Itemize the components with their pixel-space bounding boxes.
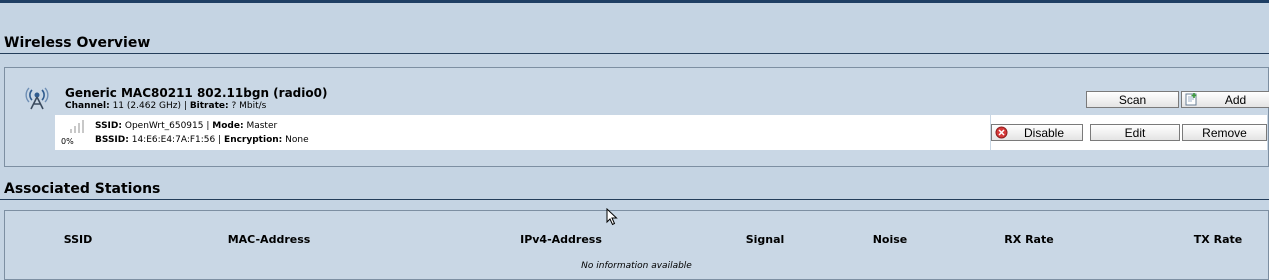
section-divider: [0, 199, 1269, 200]
ssid-mode-info: SSID: OpenWrt_650915 | Mode: Master: [95, 121, 278, 131]
col-mac-address: MAC-Address: [227, 233, 311, 246]
add-network-icon: [1185, 93, 1197, 106]
col-tx-rate: TX Rate: [1193, 233, 1243, 246]
network-actions: Disable Edit Remove: [991, 115, 1267, 150]
mouse-cursor-icon: [606, 208, 618, 226]
wireless-overview-title: Wireless Overview: [4, 35, 151, 51]
scan-button[interactable]: Scan: [1086, 91, 1179, 108]
disable-button[interactable]: Disable: [991, 124, 1083, 141]
wireless-device-panel: Generic MAC80211 802.11bgn (radio0) Chan…: [4, 67, 1269, 167]
col-ssid: SSID: [63, 233, 93, 246]
bssid-encryption-info: BSSID: 14:E6:E4:7A:F1:56 | Encryption: N…: [95, 135, 309, 145]
add-button[interactable]: Add: [1181, 91, 1269, 108]
remove-button[interactable]: Remove: [1182, 124, 1267, 141]
signal-percent: 0%: [61, 137, 74, 146]
empty-message: No information available: [581, 261, 692, 271]
top-border: [0, 0, 1269, 3]
signal-strength-icon: [70, 120, 84, 133]
section-divider: [0, 53, 1269, 54]
disable-icon: [995, 126, 1008, 139]
col-signal: Signal: [745, 233, 785, 246]
associated-stations-title: Associated Stations: [4, 181, 161, 197]
device-details: Channel: 11 (2.462 GHz) | Bitrate: ? Mbi…: [65, 101, 267, 111]
stations-table: SSID MAC-Address IPv4-Address Signal Noi…: [4, 210, 1269, 280]
edit-button[interactable]: Edit: [1090, 124, 1180, 141]
device-name: Generic MAC80211 802.11bgn (radio0): [65, 86, 328, 100]
col-rx-rate: RX Rate: [1004, 233, 1054, 246]
network-row: 0% SSID: OpenWrt_650915 | Mode: Master B…: [55, 115, 990, 150]
col-ipv4-address: IPv4-Address: [520, 233, 602, 246]
col-noise: Noise: [872, 233, 908, 246]
wireless-radio-icon: [25, 87, 49, 110]
